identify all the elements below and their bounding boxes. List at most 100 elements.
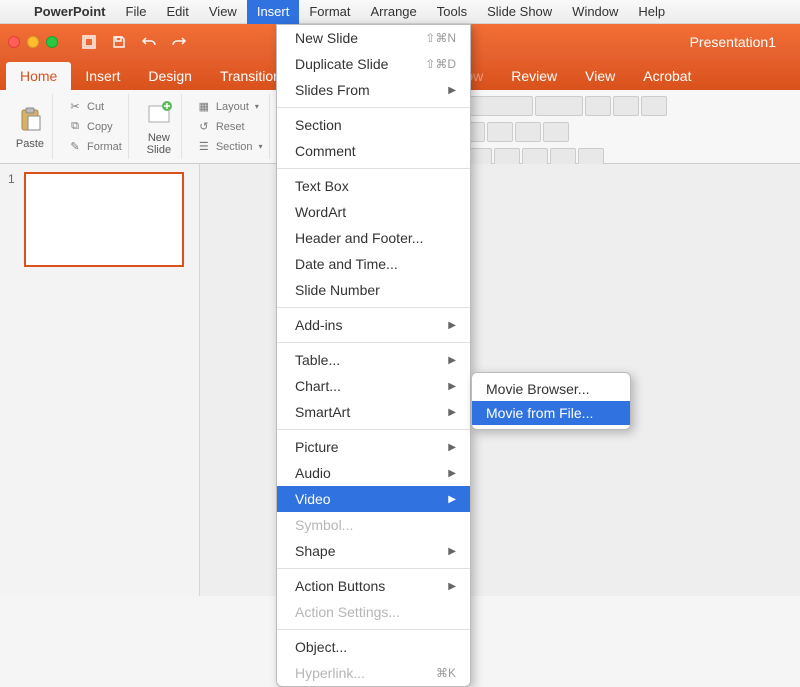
slide-thumbnail-panel[interactable]: 1: [0, 164, 200, 596]
menu-item-wordart[interactable]: WordArt: [277, 199, 470, 225]
menu-item-shape[interactable]: Shape▶: [277, 538, 470, 564]
menu-item-slide-number[interactable]: Slide Number: [277, 277, 470, 303]
menu-item-date-and-time[interactable]: Date and Time...: [277, 251, 470, 277]
menu-item-label: Symbol...: [295, 517, 353, 533]
menu-item-new-slide[interactable]: New Slide⇧⌘N: [277, 25, 470, 51]
layout-label: Layout: [216, 101, 249, 113]
menu-separator: [277, 629, 470, 630]
menu-item-label: Picture: [295, 439, 339, 455]
strike-button[interactable]: [487, 122, 513, 142]
quick-access-toolbar: [76, 31, 192, 53]
tab-view[interactable]: View: [571, 62, 629, 90]
reset-button[interactable]: ↺Reset: [196, 119, 263, 135]
tab-design[interactable]: Design: [134, 62, 206, 90]
menu-item-chart[interactable]: Chart... ▶: [277, 373, 470, 399]
slide-thumbnail-1[interactable]: [24, 172, 184, 267]
close-window-button[interactable]: [8, 36, 20, 48]
fullscreen-window-button[interactable]: [46, 36, 58, 48]
menu-insert[interactable]: Insert: [247, 0, 300, 24]
undo-icon[interactable]: [136, 31, 162, 53]
menu-item-label: Video: [295, 491, 331, 507]
menu-separator: [277, 307, 470, 308]
menu-item-action-buttons[interactable]: Action Buttons ▶: [277, 573, 470, 599]
menu-slideshow[interactable]: Slide Show: [477, 0, 562, 24]
paste-button[interactable]: Paste: [14, 104, 46, 150]
menu-item-label: Chart...: [295, 378, 341, 394]
submenu-arrow-icon: ▶: [448, 581, 456, 592]
menu-item-table[interactable]: Table...▶: [277, 347, 470, 373]
submenu-arrow-icon: ▶: [448, 442, 456, 453]
mac-menubar: PowerPoint File Edit View Insert Format …: [0, 0, 800, 24]
home-icon[interactable]: [76, 31, 102, 53]
tab-insert[interactable]: Insert: [71, 62, 134, 90]
tab-home[interactable]: Home: [6, 62, 71, 90]
menu-item-label: Add-ins: [295, 317, 342, 333]
new-slide-icon: [143, 98, 175, 130]
menu-shortcut: ⌘K: [436, 666, 456, 680]
menu-separator: [277, 568, 470, 569]
clear-format-button[interactable]: [641, 96, 667, 116]
cut-label: Cut: [87, 101, 104, 113]
menu-shortcut: ⇧⌘D: [425, 57, 456, 71]
submenu-item-movie-browser[interactable]: Movie Browser...: [472, 377, 630, 401]
new-slide-button[interactable]: New Slide: [143, 98, 175, 156]
menu-item-header-and-footer[interactable]: Header and Footer...: [277, 225, 470, 251]
section-button[interactable]: ☰Section▾: [196, 139, 263, 155]
menu-item-comment[interactable]: Comment: [277, 138, 470, 164]
font-size-dropdown[interactable]: [535, 96, 583, 116]
submenu-arrow-icon: ▶: [448, 381, 456, 392]
format-painter-icon: ✎: [67, 139, 83, 155]
grow-font-button[interactable]: [585, 96, 611, 116]
menu-item-symbol: Symbol...: [277, 512, 470, 538]
video-submenu: Movie Browser...Movie from File...: [471, 372, 631, 430]
menu-item-smartart[interactable]: SmartArt▶: [277, 399, 470, 425]
menu-separator: [277, 168, 470, 169]
layout-button[interactable]: ▦Layout▾: [196, 99, 263, 115]
menu-edit[interactable]: Edit: [156, 0, 198, 24]
menu-item-add-ins[interactable]: Add-ins▶: [277, 312, 470, 338]
menu-file[interactable]: File: [116, 0, 157, 24]
submenu-arrow-icon: ▶: [448, 494, 456, 505]
menu-item-object[interactable]: Object...: [277, 634, 470, 660]
menu-item-slides-from[interactable]: Slides From▶: [277, 77, 470, 103]
font-color-button[interactable]: [543, 122, 569, 142]
menu-item-label: WordArt: [295, 204, 346, 220]
menu-item-label: Duplicate Slide: [295, 56, 388, 72]
menu-item-video[interactable]: Video ▶: [277, 486, 470, 512]
shrink-font-button[interactable]: [613, 96, 639, 116]
menu-view[interactable]: View: [199, 0, 247, 24]
tab-acrobat[interactable]: Acrobat: [629, 62, 705, 90]
format-painter-button[interactable]: ✎ Format: [67, 139, 122, 155]
cut-button[interactable]: ✂Cut: [67, 99, 122, 115]
menu-item-audio[interactable]: Audio▶: [277, 460, 470, 486]
app-menu[interactable]: PowerPoint: [24, 0, 116, 24]
menu-item-section[interactable]: Section: [277, 112, 470, 138]
menu-arrange[interactable]: Arrange: [361, 0, 427, 24]
char-spacing-button[interactable]: [515, 122, 541, 142]
submenu-item-movie-from-file[interactable]: Movie from File...: [472, 401, 630, 425]
window-controls: [8, 36, 58, 48]
redo-icon[interactable]: [166, 31, 192, 53]
menu-item-label: Shape: [295, 543, 335, 559]
menu-item-label: Action Buttons: [295, 578, 385, 594]
menu-item-label: Action Settings...: [295, 604, 400, 620]
thumb-number: 1: [8, 172, 18, 267]
menu-tools[interactable]: Tools: [427, 0, 477, 24]
menu-item-duplicate-slide[interactable]: Duplicate Slide ⇧⌘D: [277, 51, 470, 77]
format-label: Format: [87, 141, 122, 153]
menu-window[interactable]: Window: [562, 0, 628, 24]
menu-item-label: Audio: [295, 465, 331, 481]
tab-review[interactable]: Review: [497, 62, 571, 90]
menu-help[interactable]: Help: [628, 0, 675, 24]
menu-format[interactable]: Format: [299, 0, 360, 24]
save-icon[interactable]: [106, 31, 132, 53]
submenu-arrow-icon: ▶: [448, 407, 456, 418]
menu-item-label: Text Box: [295, 178, 349, 194]
menu-item-text-box[interactable]: Text Box: [277, 173, 470, 199]
menu-item-label: Hyperlink...: [295, 665, 365, 681]
menu-item-picture[interactable]: Picture ▶: [277, 434, 470, 460]
copy-icon: ⧉: [67, 119, 83, 135]
copy-button[interactable]: ⧉Copy: [67, 119, 122, 135]
submenu-arrow-icon: ▶: [448, 355, 456, 366]
minimize-window-button[interactable]: [27, 36, 39, 48]
